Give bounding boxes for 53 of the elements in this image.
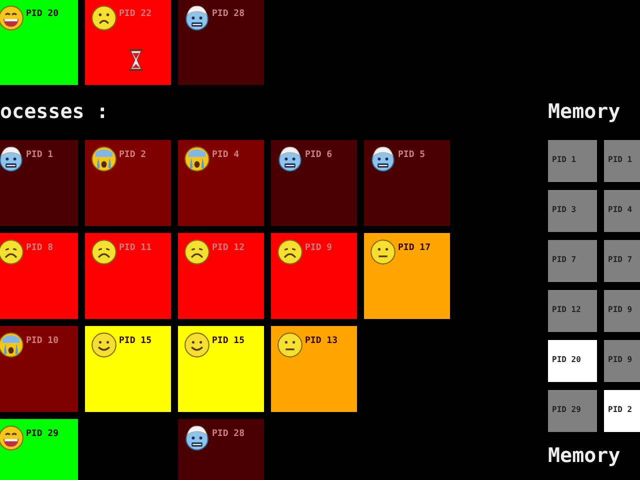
process-label: PID 11 [119,243,152,253]
process-label: PID 2 [119,150,146,160]
smiling-face-icon [91,332,117,358]
crying-face-icon [0,332,24,358]
memory-cell: PID 9 [604,290,640,332]
memory-heading: Memory [548,442,622,469]
cold-face-icon [184,5,210,31]
memory-cell: PID 2 [604,390,640,432]
cold-face-icon [370,146,396,172]
neutral-face-icon [370,239,396,265]
memory-cell: PID 3 [548,190,597,232]
memory-cell: PID 9 [604,340,640,382]
process-label: PID 29 [26,429,59,439]
smiling-face-icon [184,332,210,358]
memory-cell: PID 1 [604,140,640,182]
sad-face-icon [277,239,303,265]
sad-face-icon [184,239,210,265]
process-label: PID 8 [26,243,54,253]
memory-heading: Memory [548,98,622,125]
process-label: PID 15 [119,336,152,346]
laughing-face-icon [0,5,24,31]
process-label: PID 6 [305,150,332,160]
cold-face-icon [277,146,303,172]
crying-face-icon [184,146,210,172]
laughing-face-icon [0,425,24,451]
process-label: PID 1 [26,150,54,160]
process-label: PID 22 [119,9,152,19]
memory-cell: PID 1 [548,140,597,182]
cold-face-icon [0,146,24,172]
process-label: PID 4 [212,150,240,160]
process-label: PID 28 [212,429,245,439]
memory-cell: PID 12 [548,290,597,332]
memory-cell: PID 7 [548,240,597,282]
sad-face-icon [91,239,117,265]
crying-face-icon [91,146,117,172]
process-label: PID 17 [398,243,431,253]
process-label: PID 10 [26,336,59,346]
process-label: PID 13 [305,336,338,346]
process-label: PID 12 [212,243,245,253]
frowning-face-icon [91,5,117,31]
memory-cell: PID 7 [604,240,640,282]
processes-heading: ocesses : [0,98,110,125]
neutral-face-icon [277,332,303,358]
memory-cell: PID 4 [604,190,640,232]
memory-cell: PID 20 [548,340,597,382]
cold-face-icon [184,425,210,451]
process-label: PID 5 [398,150,426,160]
sad-face-icon [0,239,24,265]
memory-cell: PID 29 [548,390,597,432]
process-label: PID 9 [305,243,332,253]
process-label: PID 20 [26,9,59,19]
process-label: PID 15 [212,336,245,346]
process-label: PID 28 [212,9,245,19]
